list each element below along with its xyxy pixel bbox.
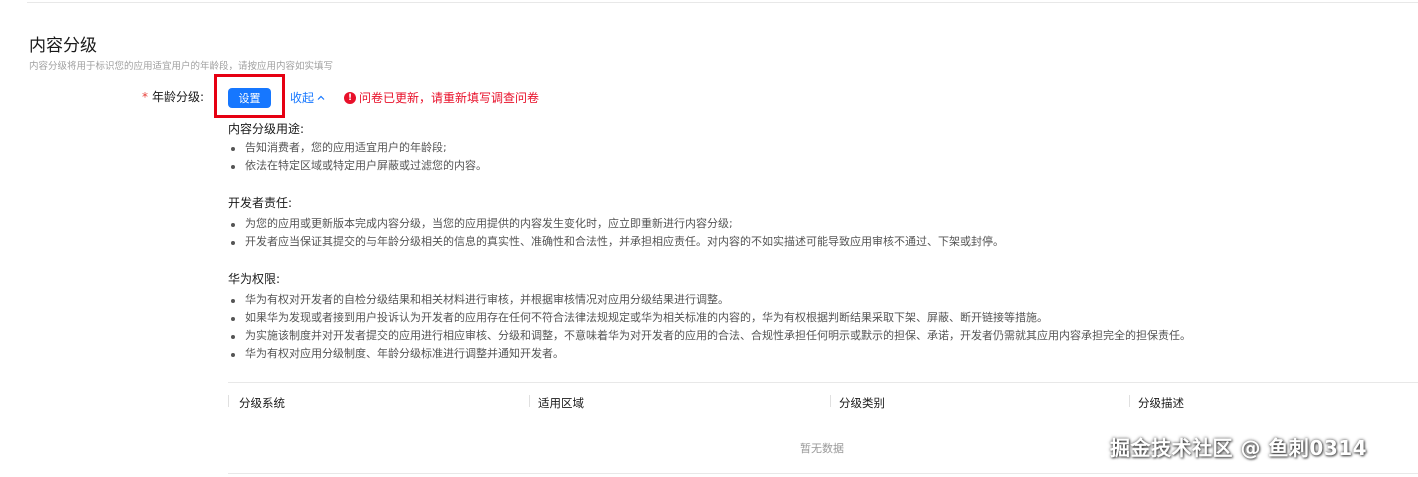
empty-state: 暂无数据 (800, 442, 844, 455)
highlight-box: 设置 (214, 74, 285, 118)
list-item: 华为有权对应用分级制度、年龄分级标准进行调整并通知开发者。 (230, 345, 1191, 363)
block-title-huawei-rights: 华为权限: (228, 272, 281, 286)
age-rating-label-text: 年龄分级: (152, 90, 205, 104)
table-top-border (228, 382, 1418, 383)
list-item: 为您的应用或更新版本完成内容分级，当您的应用提供的内容发生变化时，应立即重新进行… (230, 215, 1004, 233)
exclamation-circle-icon: ! (344, 91, 356, 104)
column-header-category: 分级类别 (839, 396, 885, 410)
top-divider (27, 2, 1418, 3)
column-separator (1129, 395, 1130, 407)
responsibility-list: 为您的应用或更新版本完成内容分级，当您的应用提供的内容发生变化时，应立即重新进行… (230, 215, 1004, 251)
huawei-rights-list: 华为有权对开发者的自检分级结果和相关材料进行审核，并根据审核情况对应用分级结果进… (230, 291, 1191, 363)
list-item: 告知消费者，您的应用适宜用户的年龄段; (230, 139, 487, 157)
collapse-link-label: 收起 (290, 91, 315, 105)
list-item: 华为有权对开发者的自检分级结果和相关材料进行审核，并根据审核情况对应用分级结果进… (230, 291, 1191, 309)
column-header-region: 适用区域 (538, 396, 584, 410)
column-separator (529, 395, 530, 407)
block-title-purpose: 内容分级用途: (228, 122, 305, 136)
table-bottom-border (228, 473, 1418, 474)
list-item: 依法在特定区域或特定用户屏蔽或过滤您的内容。 (230, 157, 487, 175)
chevron-up-icon (317, 95, 325, 100)
questionnaire-warning: ! 问卷已更新，请重新填写调查问卷 (344, 89, 539, 106)
section-title: 内容分级 (29, 36, 97, 56)
warning-text: 问卷已更新，请重新填写调查问卷 (359, 91, 540, 105)
column-header-description: 分级描述 (1138, 396, 1184, 410)
column-separator (830, 395, 831, 407)
age-rating-label: * 年龄分级: (142, 88, 204, 105)
list-item: 为实施该制度并对开发者提交的应用进行相应审核、分级和调整，不意味着华为对开发者的… (230, 327, 1191, 345)
column-separator (228, 395, 229, 407)
set-button[interactable]: 设置 (228, 88, 271, 108)
purpose-list: 告知消费者，您的应用适宜用户的年龄段; 依法在特定区域或特定用户屏蔽或过滤您的内… (230, 139, 487, 175)
section-description: 内容分级将用于标识您的应用适宜用户的年龄段，请按应用内容如实填写 (29, 61, 334, 72)
list-item: 如果华为发现或者接到用户投诉认为开发者的应用存在任何不符合法律法规规定或华为相关… (230, 309, 1191, 327)
required-mark: * (142, 90, 148, 104)
collapse-link[interactable]: 收起 (290, 89, 325, 106)
watermark: 掘金技术社区 @ 鱼刺0314 (1110, 436, 1368, 460)
column-header-rating-system: 分级系统 (239, 396, 285, 410)
block-title-responsibility: 开发者责任: (228, 196, 293, 210)
list-item: 开发者应当保证其提交的与年龄分级相关的信息的真实性、准确性和合法性，并承担相应责… (230, 233, 1004, 251)
